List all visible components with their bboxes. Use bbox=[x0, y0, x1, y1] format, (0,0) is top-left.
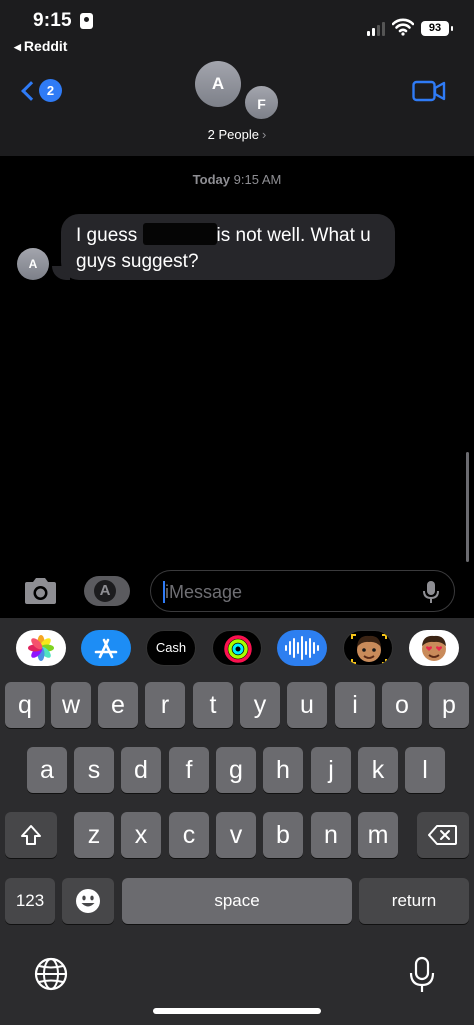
home-indicator[interactable] bbox=[153, 1008, 321, 1014]
backspace-icon bbox=[428, 825, 457, 845]
key-d[interactable]: d bbox=[121, 747, 161, 793]
apps-button[interactable]: A bbox=[84, 576, 130, 606]
space-key[interactable]: space bbox=[122, 878, 352, 924]
contact-card-icon bbox=[80, 13, 93, 29]
group-details-button[interactable]: 2 People › bbox=[0, 127, 474, 142]
message-field[interactable] bbox=[150, 570, 455, 612]
globe-icon[interactable] bbox=[33, 956, 69, 992]
key-h[interactable]: h bbox=[263, 747, 303, 793]
app-store-app-icon[interactable] bbox=[81, 630, 131, 666]
return-key[interactable]: return bbox=[359, 878, 469, 924]
key-i[interactable]: i bbox=[335, 682, 375, 728]
key-c[interactable]: c bbox=[169, 812, 209, 858]
key-q[interactable]: q bbox=[5, 682, 45, 728]
conversation-header: 9:15 ◀ Reddit 93 2 A F 2 People › bbox=[0, 0, 474, 156]
imessage-input[interactable] bbox=[165, 580, 415, 604]
video-camera-icon[interactable] bbox=[412, 80, 446, 102]
numbers-key[interactable]: 123 bbox=[5, 878, 55, 924]
key-r[interactable]: r bbox=[145, 682, 185, 728]
back-button[interactable]: 2 bbox=[18, 74, 66, 108]
emoji-icon bbox=[76, 889, 100, 913]
key-f[interactable]: f bbox=[169, 747, 209, 793]
activity-app-icon[interactable] bbox=[212, 630, 262, 666]
timestamp-time: 9:15 AM bbox=[233, 172, 282, 187]
message-timestamp: Today 9:15 AM bbox=[0, 172, 474, 187]
key-k[interactable]: k bbox=[358, 747, 398, 793]
key-j[interactable]: j bbox=[311, 747, 351, 793]
group-avatar-f[interactable]: F bbox=[243, 84, 280, 121]
redacted-name bbox=[142, 223, 217, 245]
signal-icon bbox=[367, 22, 385, 36]
chevron-right-icon: › bbox=[261, 127, 267, 142]
backspace-key[interactable] bbox=[417, 812, 469, 858]
key-a[interactable]: a bbox=[27, 747, 67, 793]
shift-icon bbox=[21, 825, 41, 845]
key-b[interactable]: b bbox=[263, 812, 303, 858]
memoji-stickers-app-icon[interactable] bbox=[409, 630, 459, 666]
app-store-icon: A bbox=[94, 580, 116, 602]
photos-app-icon[interactable] bbox=[16, 630, 66, 666]
memoji-app-icon[interactable] bbox=[343, 630, 393, 666]
keyboard: Cash q w e r t y u i o p a s d f g h j k… bbox=[0, 618, 474, 1025]
key-u[interactable]: u bbox=[287, 682, 327, 728]
key-y[interactable]: y bbox=[240, 682, 280, 728]
key-l[interactable]: l bbox=[405, 747, 445, 793]
imessage-app-drawer: Cash bbox=[0, 618, 474, 676]
key-x[interactable]: x bbox=[121, 812, 161, 858]
back-app-label: Reddit bbox=[23, 38, 68, 54]
message-text-before: I guess bbox=[76, 225, 138, 246]
unread-badge: 2 bbox=[39, 79, 62, 102]
sender-avatar[interactable]: A bbox=[17, 248, 49, 280]
audio-message-app-icon[interactable] bbox=[277, 630, 327, 666]
emoji-key[interactable] bbox=[62, 878, 114, 924]
group-avatar-a[interactable]: A bbox=[195, 61, 241, 107]
key-p[interactable]: p bbox=[429, 682, 469, 728]
chevron-left-icon bbox=[21, 81, 41, 101]
battery-level: 93 bbox=[428, 22, 442, 34]
status-time: 9:15 bbox=[33, 10, 72, 31]
dictation-icon[interactable] bbox=[407, 956, 437, 994]
key-n[interactable]: n bbox=[311, 812, 351, 858]
back-to-app-link[interactable]: ◀ Reddit bbox=[14, 38, 67, 54]
cash-label: Cash bbox=[155, 640, 187, 655]
incoming-message-bubble[interactable]: I guess is not well. What u guys suggest… bbox=[61, 214, 395, 280]
key-t[interactable]: t bbox=[193, 682, 233, 728]
key-v[interactable]: v bbox=[216, 812, 256, 858]
group-title: 2 People bbox=[207, 127, 259, 142]
key-m[interactable]: m bbox=[358, 812, 398, 858]
shift-key[interactable] bbox=[5, 812, 57, 858]
apple-cash-app-icon[interactable]: Cash bbox=[146, 630, 196, 666]
battery-icon: 93 bbox=[421, 21, 453, 36]
scroll-indicator[interactable] bbox=[466, 452, 469, 562]
key-e[interactable]: e bbox=[98, 682, 138, 728]
camera-icon[interactable] bbox=[22, 576, 59, 606]
key-o[interactable]: o bbox=[382, 682, 422, 728]
microphone-icon[interactable] bbox=[421, 580, 441, 604]
key-g[interactable]: g bbox=[216, 747, 256, 793]
key-w[interactable]: w bbox=[51, 682, 91, 728]
key-s[interactable]: s bbox=[74, 747, 114, 793]
wifi-icon bbox=[392, 18, 414, 36]
timestamp-day: Today bbox=[192, 172, 230, 187]
back-triangle-icon: ◀ bbox=[14, 42, 21, 52]
key-z[interactable]: z bbox=[74, 812, 114, 858]
